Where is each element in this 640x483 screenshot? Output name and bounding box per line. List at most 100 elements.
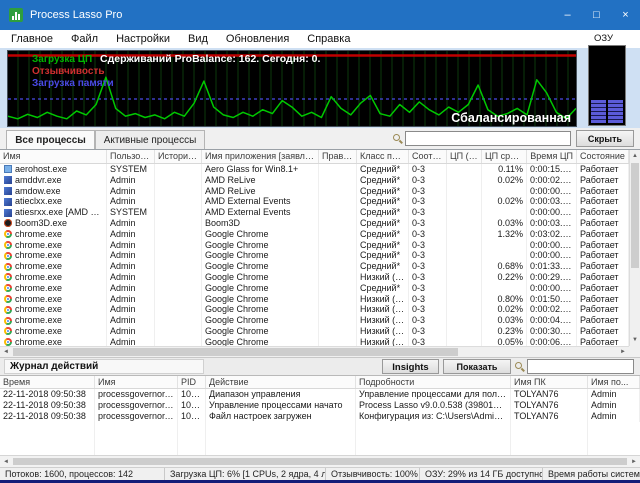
column-header-name[interactable]: Имя xyxy=(95,376,178,388)
table-row[interactable]: chrome.exe Admin Google Chrome Средний* … xyxy=(0,240,629,251)
table-row[interactable]: atieclxx.exe Admin AMD External Events С… xyxy=(0,196,629,207)
window-title: Process Lasso Pro xyxy=(30,9,122,21)
table-row[interactable]: atiesrxx.exe [AMD External Even... SYSTE… xyxy=(0,207,629,218)
scrollbar-thumb[interactable] xyxy=(13,458,627,465)
cell-affinity: 0-3 xyxy=(409,326,447,337)
process-icon xyxy=(4,306,12,314)
menu-updates[interactable]: Обновления xyxy=(217,30,298,48)
menu-file[interactable]: Файл xyxy=(62,30,107,48)
log-table-body: 22-11-2018 09:50:38 processgovernor.exe … xyxy=(0,389,640,455)
scroll-left-icon[interactable]: ◄ xyxy=(1,457,11,467)
menu-main[interactable]: Главное xyxy=(2,30,62,48)
column-header-user-name[interactable]: Имя по... xyxy=(588,376,640,388)
menu-view[interactable]: Вид xyxy=(179,30,217,48)
table-row[interactable]: chrome.exe Admin Google Chrome Средний* … xyxy=(0,261,629,272)
cell-cpu xyxy=(447,164,482,175)
scroll-left-icon[interactable]: ◄ xyxy=(1,347,11,357)
cell-restraint-history xyxy=(155,175,202,186)
cell-app-name: Google Chrome xyxy=(202,326,319,337)
tab-all-processes[interactable]: Все процессы xyxy=(6,130,95,149)
log-search-input[interactable] xyxy=(527,359,634,374)
log-panel-title: Журнал действий xyxy=(10,358,98,375)
table-row[interactable]: chrome.exe Admin Google Chrome Низкий (м… xyxy=(0,294,629,305)
table-row[interactable]: chrome.exe Admin Google Chrome Средний* … xyxy=(0,250,629,261)
table-row[interactable]: aerohost.exe SYSTEM Aero Glass for Win8.… xyxy=(0,164,629,175)
column-header-pc-name[interactable]: Имя ПК xyxy=(511,376,588,388)
cell-rules xyxy=(319,196,357,207)
column-header-cpu[interactable]: ЦП (%) xyxy=(447,150,482,163)
log-row[interactable]: 22-11-2018 09:50:38 processgovernor.exe … xyxy=(0,389,640,400)
column-header-name[interactable]: Имя xyxy=(0,150,107,163)
vertical-scrollbar[interactable]: ▲ ▼ xyxy=(629,150,640,346)
column-header-cpu-time[interactable]: Время ЦП xyxy=(527,150,577,163)
process-icon xyxy=(4,252,12,260)
cell-cpu-avg: 0.05% xyxy=(482,337,527,346)
cell-app-name: Google Chrome xyxy=(202,294,319,305)
scrollbar-thumb[interactable] xyxy=(631,163,639,268)
menu-help[interactable]: Справка xyxy=(298,30,359,48)
column-header-affinity[interactable]: Соответст... xyxy=(409,150,447,163)
cell-details: Process Lasso v9.0.0.538 (3980100) (c)20… xyxy=(356,400,511,411)
hide-graph-button[interactable]: Скрыть график xyxy=(576,130,634,147)
table-row[interactable]: chrome.exe Admin Google Chrome Низкий (м… xyxy=(0,326,629,337)
scroll-right-icon[interactable]: ► xyxy=(618,347,628,357)
minimize-button[interactable]: – xyxy=(553,0,582,30)
bottom-horizontal-scrollbar[interactable]: ◄ ► xyxy=(0,455,640,467)
table-row[interactable]: chrome.exe Admin Google Chrome Низкий (м… xyxy=(0,315,629,326)
cell-restraint-history xyxy=(155,218,202,229)
show-log-button[interactable]: Показать журнал xyxy=(443,359,511,374)
action-log-bar: Журнал действий Insights Показать журнал xyxy=(0,357,640,375)
cell-name: amddvr.exe xyxy=(0,175,107,186)
table-row[interactable]: Boom3D.exe Admin Boom3D Средний* 0-3 0.0… xyxy=(0,218,629,229)
cell-priority-class: Средний* xyxy=(357,196,409,207)
table-row[interactable]: chrome.exe Admin Google Chrome Низкий (м… xyxy=(0,304,629,315)
column-header-status[interactable]: Состояние xyxy=(577,150,629,163)
log-row[interactable]: 22-11-2018 09:50:38 processgovernor.exe … xyxy=(0,411,640,422)
cell-user: Admin xyxy=(107,272,155,283)
column-header-time[interactable]: Время xyxy=(0,376,95,388)
cell-priority-class: Средний* xyxy=(357,207,409,218)
cpu-graph[interactable]: Загрузка ЦП Отзывчивость Загрузка памяти… xyxy=(7,50,577,127)
column-header-rules[interactable]: Правила xyxy=(319,150,357,163)
cell-name: chrome.exe xyxy=(0,315,107,326)
cell-cpu-avg: 0.02% xyxy=(482,304,527,315)
search-icon xyxy=(515,362,525,372)
scroll-down-icon[interactable]: ▼ xyxy=(630,335,640,345)
maximize-button[interactable]: □ xyxy=(582,0,611,30)
column-header-priority-class[interactable]: Класс приор... xyxy=(357,150,409,163)
cell-restraint-history xyxy=(155,186,202,197)
table-row[interactable]: chrome.exe Admin Google Chrome Низкий (м… xyxy=(0,272,629,283)
cell-cpu-time: 0:03:02.828 xyxy=(527,229,577,240)
cell-affinity: 0-3 xyxy=(409,337,447,346)
column-header-pid[interactable]: PID xyxy=(178,376,206,388)
table-row[interactable]: chrome.exe Admin Google Chrome Низкий (м… xyxy=(0,337,629,346)
scrollbar-thumb[interactable] xyxy=(13,348,458,356)
process-table-header: Имя Пользователь История сдер... Имя при… xyxy=(0,150,629,164)
column-header-details[interactable]: Подробности xyxy=(356,376,511,388)
menu-settings[interactable]: Настройки xyxy=(107,30,179,48)
table-row[interactable]: amdow.exe Admin AMD ReLive Средний* 0-3 … xyxy=(0,186,629,197)
column-header-app-name[interactable]: Имя приложения [заявленное] xyxy=(202,150,319,163)
column-header-user[interactable]: Пользователь xyxy=(107,150,155,163)
scroll-up-icon[interactable]: ▲ xyxy=(630,151,640,161)
log-row[interactable]: 22-11-2018 09:50:38 processgovernor.exe … xyxy=(0,400,640,411)
cell-cpu-avg: 0.22% xyxy=(482,272,527,283)
horizontal-scrollbar[interactable]: ◄ ► xyxy=(0,346,629,357)
table-row[interactable]: chrome.exe Admin Google Chrome Средний* … xyxy=(0,283,629,294)
cell-user: Admin xyxy=(107,229,155,240)
insights-button[interactable]: Insights xyxy=(382,359,439,374)
table-row[interactable]: amddvr.exe Admin AMD ReLive Средний* 0-3… xyxy=(0,175,629,186)
cell-cpu-time: 0:00:00.046 xyxy=(527,207,577,218)
column-header-restraint-history[interactable]: История сдер... xyxy=(155,150,202,163)
column-header-cpu-avg[interactable]: ЦП средн. xyxy=(482,150,527,163)
cell-cpu-time: 0:00:02.921 xyxy=(527,304,577,315)
process-search-input[interactable] xyxy=(405,131,571,146)
table-row[interactable]: chrome.exe Admin Google Chrome Средний* … xyxy=(0,229,629,240)
scroll-right-icon[interactable]: ► xyxy=(629,457,639,467)
cell-cpu-time: 0:00:03.953 xyxy=(527,218,577,229)
title-bar: Process Lasso Pro – □ × xyxy=(0,0,640,30)
cell-action: Управление процессами начато xyxy=(206,400,356,411)
close-button[interactable]: × xyxy=(611,0,640,30)
column-header-action[interactable]: Действие xyxy=(206,376,356,388)
tab-active-processes[interactable]: Активные процессы xyxy=(95,130,205,149)
